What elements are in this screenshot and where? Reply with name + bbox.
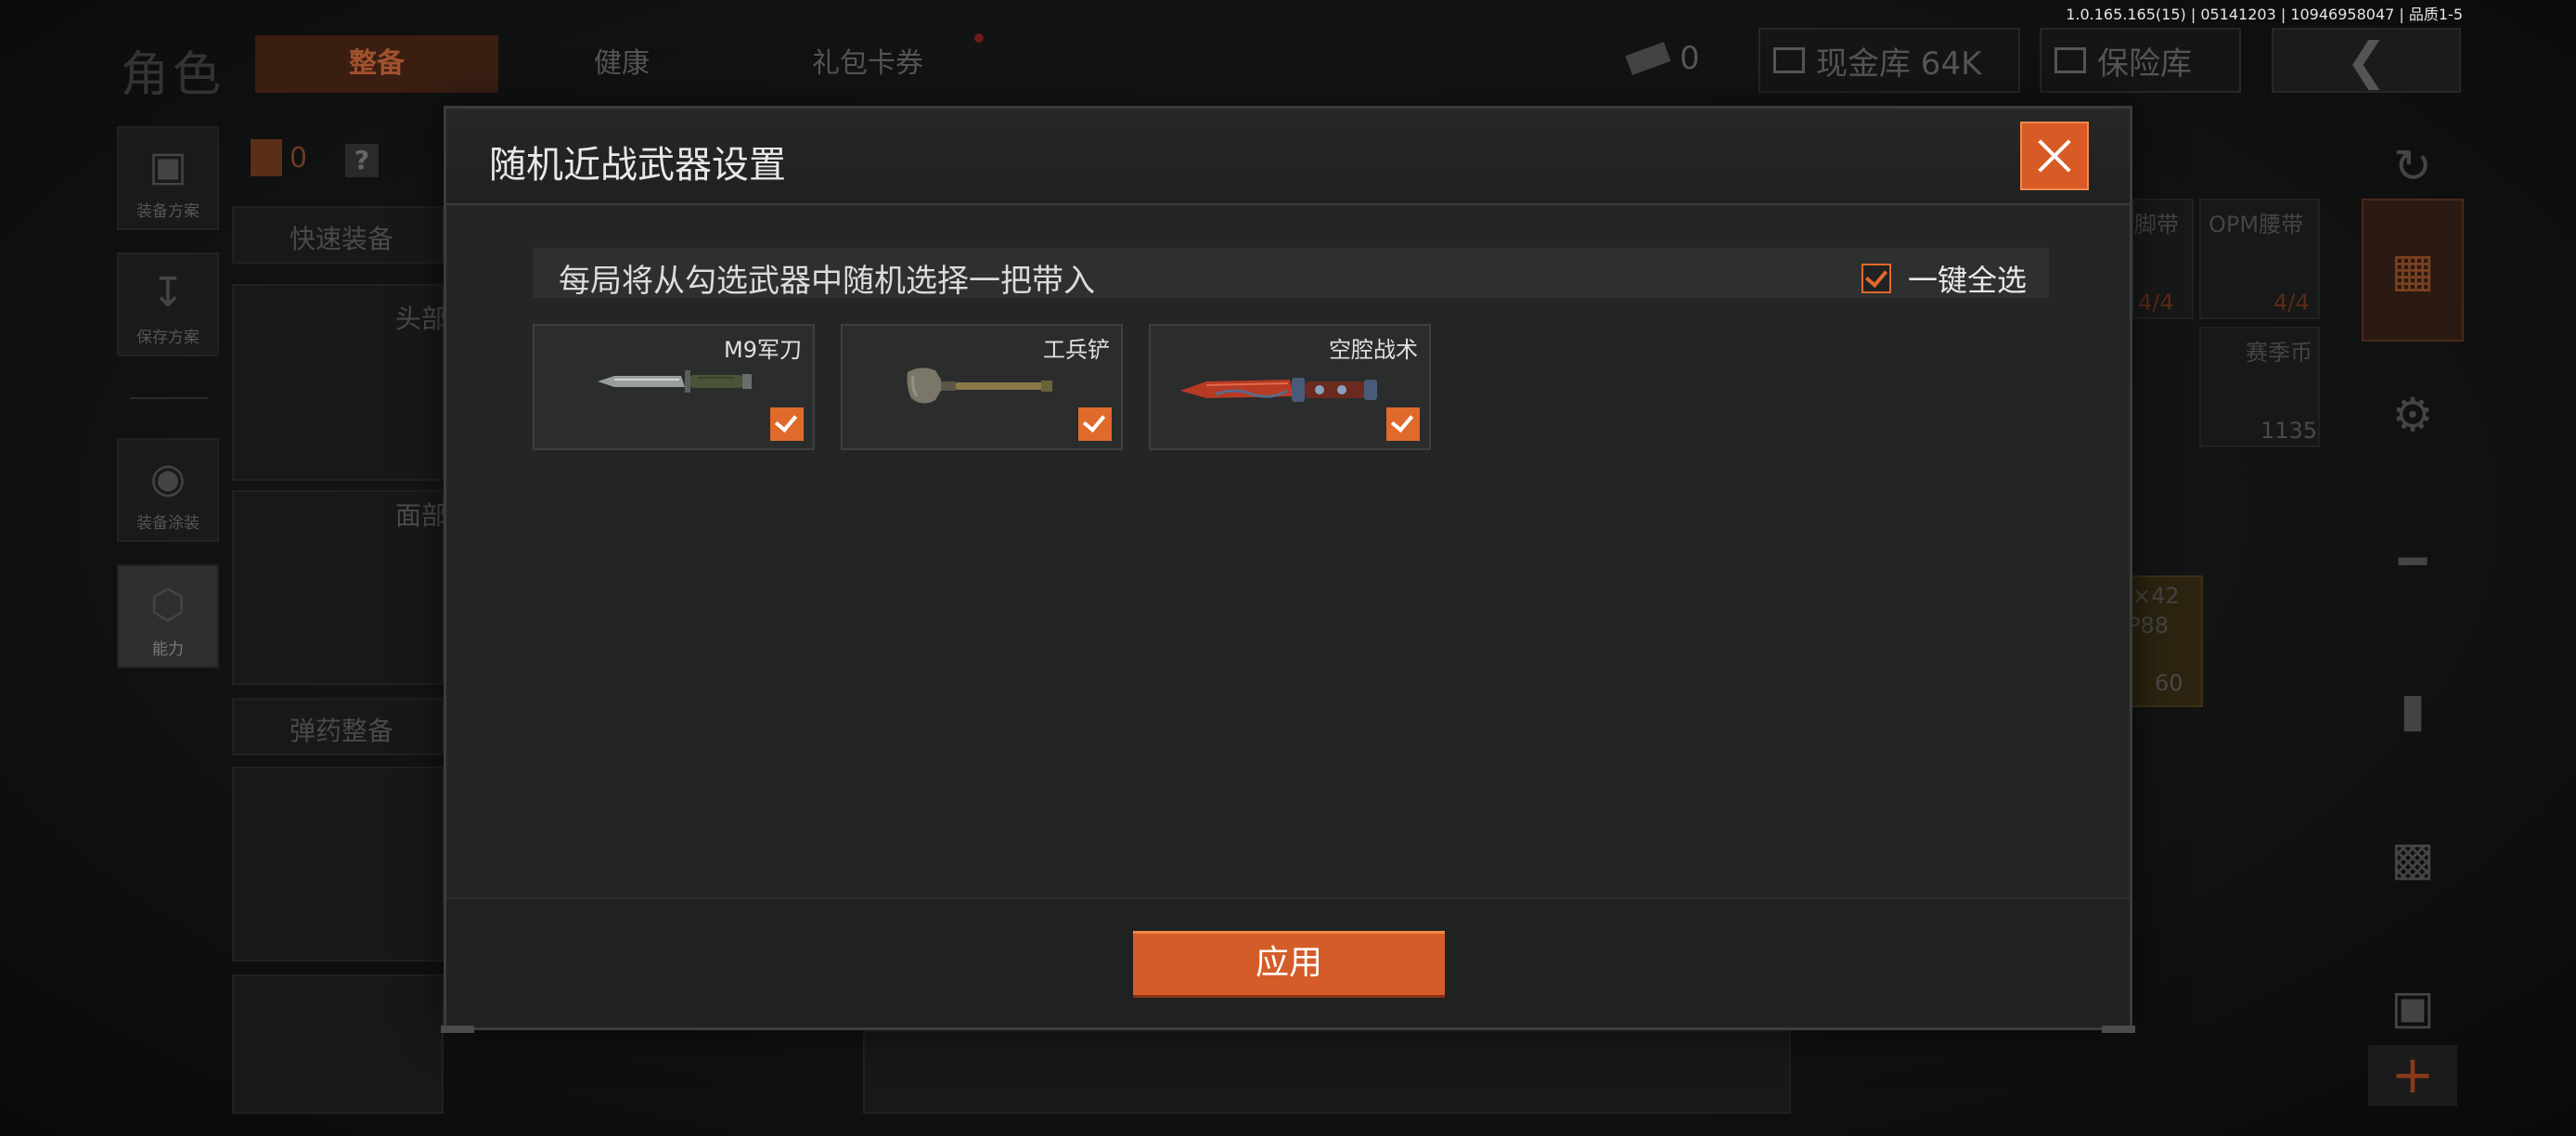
sidebar-item-gear[interactable]: ▣ bbox=[2362, 956, 2464, 1058]
back-button[interactable]: ❮ bbox=[2272, 28, 2461, 93]
ammo-equip-button[interactable]: 弹药整备 bbox=[232, 698, 444, 755]
dialog-footer: 应用 bbox=[446, 897, 2130, 1027]
dialog-header: 随机近战武器设置 bbox=[446, 109, 2130, 205]
notification-dot bbox=[974, 33, 984, 43]
head-slot-label: 头部 bbox=[395, 303, 448, 334]
cash-vault-icon bbox=[1773, 47, 1805, 73]
ammo-slot[interactable] bbox=[232, 767, 444, 962]
bayonet-knife-icon bbox=[598, 370, 752, 393]
sidebar-item-grenade[interactable]: ▩ bbox=[2362, 807, 2464, 910]
tab-health[interactable]: 健康 bbox=[529, 35, 715, 93]
weapon-name: M9军刀 bbox=[724, 337, 802, 363]
quick-equip-label: 快速装备 bbox=[290, 224, 394, 254]
corner-decoration bbox=[441, 1026, 474, 1033]
weapon-card-tactical[interactable]: 空腔战术 bbox=[1149, 324, 1431, 450]
tab-equip[interactable]: 整备 bbox=[255, 35, 498, 93]
tactical-knife-icon bbox=[1180, 378, 1377, 402]
weapon-name: 工兵铲 bbox=[1043, 337, 1110, 363]
ability-label: 能力 bbox=[152, 640, 184, 659]
quick-equip-button[interactable]: 快速装备 bbox=[232, 206, 444, 264]
ammo-equip-label: 弹药整备 bbox=[290, 716, 394, 746]
sidebar-item-inventory[interactable]: ▦ bbox=[2362, 199, 2464, 342]
armband-1-count: 4/4 bbox=[2138, 290, 2174, 316]
rotate-icon: ↻ bbox=[2393, 139, 2432, 193]
corner-decoration bbox=[2102, 1026, 2135, 1033]
season-coin-label: 赛季币 bbox=[2246, 340, 2312, 366]
grenade-icon: ▩ bbox=[2390, 832, 2435, 885]
save-plan-label: 保存方案 bbox=[136, 329, 200, 347]
head-slot[interactable]: 头部 bbox=[232, 284, 448, 481]
ammo-currency-count: 0 bbox=[1680, 40, 1700, 77]
page-title: 角色 bbox=[121, 47, 225, 103]
season-coin-slot[interactable]: 赛季币 1135 bbox=[2199, 327, 2320, 447]
version-info: 1.0.165.165(15) | 05141203 | 10946958047… bbox=[2066, 6, 2463, 23]
armband-slot-2[interactable]: OPM腰带 4/4 bbox=[2199, 199, 2320, 319]
ammo-currency-icon bbox=[1625, 42, 1671, 75]
backpack-count: 0 bbox=[290, 141, 308, 174]
weapon-name: 空腔战术 bbox=[1329, 337, 1418, 363]
armband-2-label: OPM腰带 bbox=[2209, 212, 2304, 238]
lightning-hex-icon: ⬡ bbox=[149, 581, 187, 628]
cash-vault-button[interactable]: 现金库 64K bbox=[1758, 28, 2020, 93]
rifle-icon: ━ bbox=[2398, 535, 2428, 588]
safe-vault-label: 保险库 bbox=[2097, 45, 2192, 83]
dialog-title: 随机近战武器设置 bbox=[489, 144, 786, 187]
box-icon: ▦ bbox=[2390, 243, 2435, 297]
weapon-checkbox[interactable] bbox=[770, 407, 804, 441]
melee-slot-bg[interactable] bbox=[863, 1030, 1791, 1114]
ammo-item-multiplier: ×42 bbox=[2132, 583, 2180, 609]
add-icon[interactable]: + bbox=[2368, 1045, 2457, 1106]
save-plan-button[interactable]: ↧ 保存方案 bbox=[117, 252, 219, 356]
weapon-checkbox[interactable] bbox=[1078, 407, 1112, 441]
download-icon: ↧ bbox=[150, 269, 186, 316]
vest-icon: ▣ bbox=[148, 143, 187, 190]
divider bbox=[130, 397, 208, 399]
magazine-icon: ▮ bbox=[2400, 683, 2426, 737]
ammo-item-name: P88 bbox=[2127, 613, 2170, 639]
select-all-checkbox[interactable] bbox=[1861, 264, 1891, 293]
safe-vault-button[interactable]: 保险库 bbox=[2040, 28, 2241, 93]
equip-paint-label: 装备涂装 bbox=[136, 514, 200, 533]
season-coin-count: 1135 bbox=[2260, 418, 2318, 444]
weapon-checkbox[interactable] bbox=[1386, 407, 1420, 441]
equip-plan-label: 装备方案 bbox=[136, 202, 200, 221]
weapon-card-m9[interactable]: M9军刀 bbox=[533, 324, 815, 450]
help-icon[interactable]: ? bbox=[345, 144, 379, 177]
cash-vault-label: 现金库 64K bbox=[1816, 45, 1982, 83]
armband-slot-1[interactable]: 脚带 4/4 bbox=[2132, 199, 2194, 319]
sidebar-item-rifle[interactable]: ━ bbox=[2362, 510, 2464, 613]
ammo-currency[interactable]: 0 bbox=[1615, 28, 1713, 89]
equip-paint-button[interactable]: ◉ 装备涂装 bbox=[117, 438, 219, 542]
apply-button[interactable]: 应用 bbox=[1133, 931, 1445, 998]
equip-plan-button[interactable]: ▣ 装备方案 bbox=[117, 126, 219, 230]
instruction-text: 每局将从勾选武器中随机选择一把带入 bbox=[559, 263, 1095, 300]
select-all-label: 一键全选 bbox=[1907, 263, 2027, 298]
ammo-item-count: 60 bbox=[2155, 670, 2183, 696]
game-screen: 1.0.165.165(15) | 05141203 | 10946958047… bbox=[0, 0, 2576, 1136]
close-icon[interactable] bbox=[2020, 122, 2089, 190]
back-arrow-icon: ❮ bbox=[2345, 31, 2388, 90]
ability-button[interactable]: ⬡ 能力 bbox=[117, 564, 219, 668]
backpack-counter: 0 bbox=[251, 139, 307, 176]
shovel-icon bbox=[907, 368, 1052, 404]
bottom-slot[interactable] bbox=[232, 975, 444, 1114]
backpack-icon bbox=[251, 139, 282, 176]
attachment-icon: ⚙ bbox=[2391, 388, 2434, 442]
tab-gift-pack[interactable]: 礼包卡券 bbox=[742, 35, 993, 93]
weapon-card-shovel[interactable]: 工兵铲 bbox=[841, 324, 1123, 450]
instruction-bar: 每局将从勾选武器中随机选择一把带入 一键全选 bbox=[533, 248, 2049, 300]
armband-1-label: 脚带 bbox=[2134, 212, 2179, 238]
face-slot-label: 面部 bbox=[395, 500, 448, 531]
helmet-icon: ◉ bbox=[149, 455, 187, 502]
sidebar-item-attachments[interactable]: ⚙ bbox=[2362, 364, 2464, 466]
safe-vault-icon bbox=[2054, 47, 2086, 73]
sidebar-item-magazine[interactable]: ▮ bbox=[2362, 659, 2464, 761]
armband-2-count: 4/4 bbox=[2273, 290, 2310, 316]
gear-item-icon: ▣ bbox=[2390, 980, 2435, 1034]
face-slot[interactable]: 面部 bbox=[232, 490, 448, 685]
random-melee-dialog: 随机近战武器设置 每局将从勾选武器中随机选择一把带入 一键全选 M9军刀 工兵铲… bbox=[441, 106, 2135, 1033]
select-all-toggle[interactable]: 一键全选 bbox=[1861, 257, 2027, 300]
